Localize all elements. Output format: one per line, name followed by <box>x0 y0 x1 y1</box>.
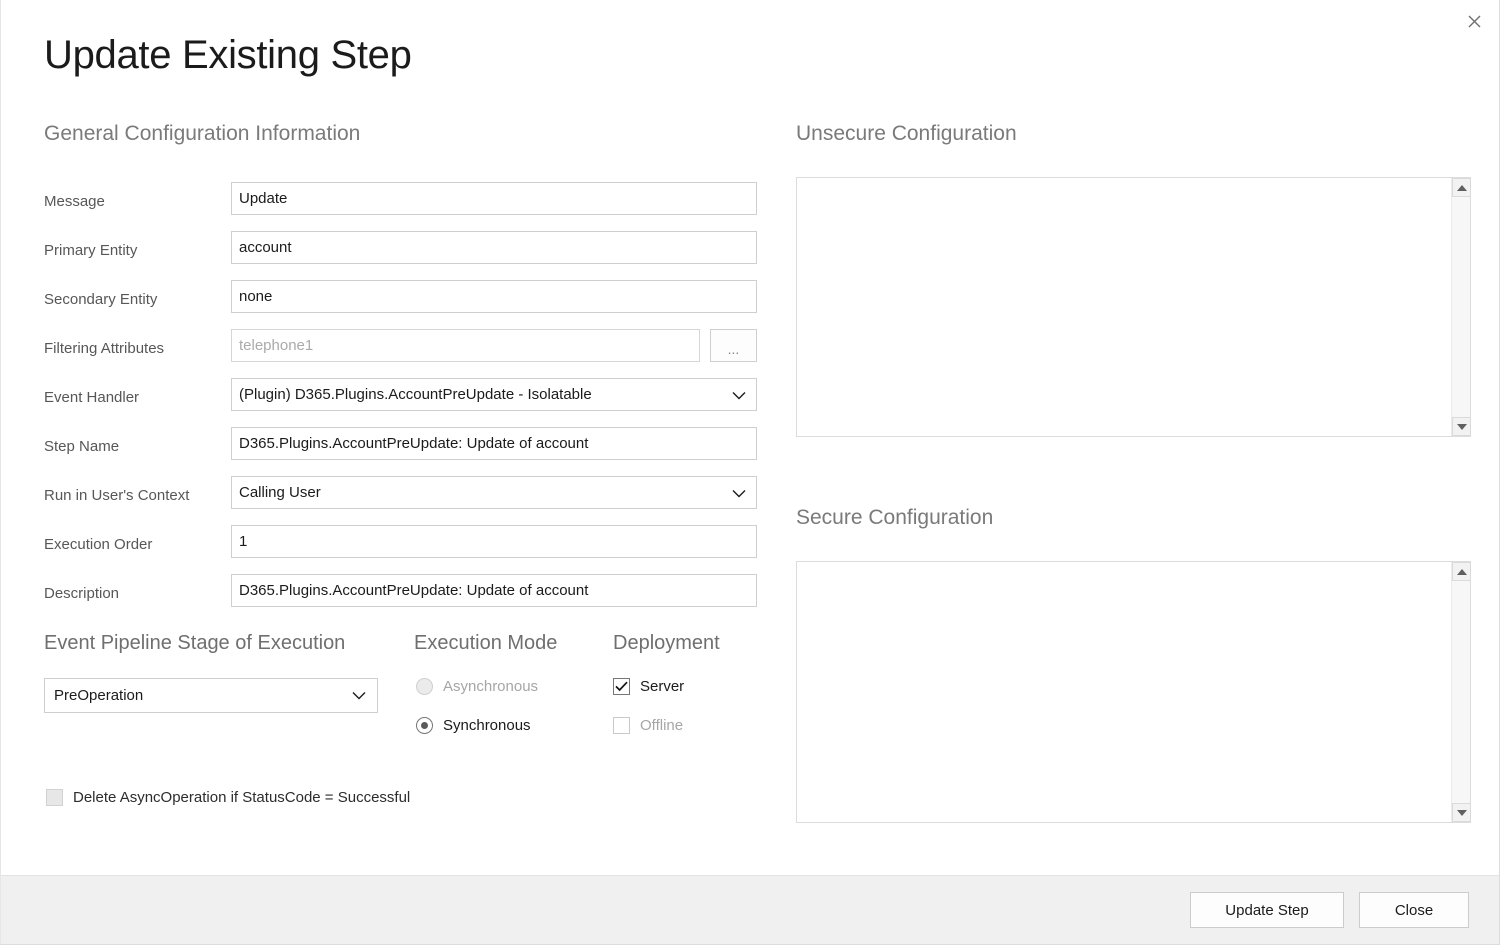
input-execution-order[interactable]: 1 <box>231 525 757 558</box>
checkbox-delete-asyncoperation[interactable]: Delete AsyncOperation if StatusCode = Su… <box>46 789 410 806</box>
field-row-execution-order: Execution Order 1 <box>44 525 759 574</box>
page-title: Update Existing Step <box>44 33 412 77</box>
input-primary-entity[interactable]: account <box>231 231 757 264</box>
scroll-down-arrow-icon[interactable] <box>1452 417 1471 436</box>
radio-synchronous[interactable]: Synchronous <box>416 717 531 734</box>
input-filtering-attributes[interactable]: telephone1 <box>231 329 700 362</box>
group-heading-event-pipeline-stage: Event Pipeline Stage of Execution <box>44 632 346 654</box>
browse-filtering-attributes-button[interactable]: ... <box>710 329 757 362</box>
radio-indicator-asynchronous <box>416 678 433 695</box>
radio-asynchronous[interactable]: Asynchronous <box>416 678 538 695</box>
secure-configuration-box <box>796 561 1471 823</box>
scroll-down-arrow-icon[interactable] <box>1452 803 1471 822</box>
group-heading-deployment: Deployment <box>613 632 720 654</box>
unsecure-configuration-box <box>796 177 1471 437</box>
chevron-down-icon <box>732 379 746 410</box>
label-message: Message <box>44 193 105 210</box>
label-step-name: Step Name <box>44 438 120 455</box>
label-execution-order: Execution Order <box>44 536 153 553</box>
group-heading-execution-mode: Execution Mode <box>414 632 558 654</box>
textarea-secure-configuration[interactable] <box>797 562 1451 822</box>
field-row-description: Description D365.Plugins.AccountPreUpdat… <box>44 574 759 623</box>
field-row-step-name: Step Name D365.Plugins.AccountPreUpdate:… <box>44 427 759 476</box>
field-row-filtering-attributes: Filtering Attributes telephone1 ... <box>44 329 759 378</box>
general-configuration-form: Message Update Primary Entity account Se… <box>44 182 759 623</box>
scroll-up-arrow-icon[interactable] <box>1452 178 1471 197</box>
checkbox-indicator-offline <box>613 717 630 734</box>
select-event-handler-value: (Plugin) D365.Plugins.AccountPreUpdate -… <box>239 386 592 403</box>
radio-label-synchronous: Synchronous <box>443 717 531 734</box>
checkbox-indicator-delete-asyncoperation <box>46 789 63 806</box>
select-event-handler[interactable]: (Plugin) D365.Plugins.AccountPreUpdate -… <box>231 378 757 411</box>
label-description: Description <box>44 585 120 602</box>
clipped-background-window-strip <box>1 0 1499 7</box>
update-existing-step-dialog: Update Existing Step General Configurati… <box>0 0 1500 945</box>
chevron-down-icon <box>732 477 746 508</box>
close-button[interactable]: Close <box>1359 892 1469 928</box>
input-step-name[interactable]: D365.Plugins.AccountPreUpdate: Update of… <box>231 427 757 460</box>
select-run-in-users-context[interactable]: Calling User <box>231 476 757 509</box>
scrollbar-track[interactable] <box>1452 581 1470 803</box>
section-heading-general: General Configuration Information <box>44 122 361 145</box>
scrollbar-secure-configuration[interactable] <box>1451 562 1471 822</box>
chevron-down-icon <box>352 679 366 712</box>
clipped-background-text <box>501 0 505 6</box>
input-description[interactable]: D365.Plugins.AccountPreUpdate: Update of… <box>231 574 757 607</box>
check-icon <box>615 681 628 692</box>
dialog-footer: Update Step Close <box>1 875 1499 944</box>
label-run-in-users-context: Run in User's Context <box>44 487 190 504</box>
radio-label-asynchronous: Asynchronous <box>443 678 539 695</box>
field-row-primary-entity: Primary Entity account <box>44 231 759 280</box>
field-row-secondary-entity: Secondary Entity none <box>44 280 759 329</box>
field-row-event-handler: Event Handler (Plugin) D365.Plugins.Acco… <box>44 378 759 427</box>
label-primary-entity: Primary Entity <box>44 242 138 259</box>
label-filtering-attributes: Filtering Attributes <box>44 340 165 357</box>
field-row-message: Message Update <box>44 182 759 231</box>
close-icon[interactable] <box>1457 6 1491 36</box>
checkbox-indicator-server <box>613 678 630 695</box>
checkbox-offline[interactable]: Offline <box>613 717 683 734</box>
section-heading-secure-configuration: Secure Configuration <box>796 506 994 529</box>
checkbox-server[interactable]: Server <box>613 678 684 695</box>
checkbox-label-offline: Offline <box>640 717 684 734</box>
scrollbar-unsecure-configuration[interactable] <box>1451 178 1471 436</box>
update-step-button[interactable]: Update Step <box>1190 892 1344 928</box>
select-run-in-users-context-value: Calling User <box>239 484 321 501</box>
input-secondary-entity[interactable]: none <box>231 280 757 313</box>
field-row-run-in-users-context: Run in User's Context Calling User <box>44 476 759 525</box>
label-event-handler: Event Handler <box>44 389 140 406</box>
radio-indicator-synchronous <box>416 717 433 734</box>
scroll-up-arrow-icon[interactable] <box>1452 562 1471 581</box>
checkbox-label-delete-asyncoperation: Delete AsyncOperation if StatusCode = Su… <box>73 789 411 806</box>
checkbox-label-server: Server <box>640 678 685 695</box>
select-event-pipeline-stage[interactable]: PreOperation <box>44 678 378 713</box>
select-event-pipeline-stage-value: PreOperation <box>54 687 144 704</box>
textarea-unsecure-configuration[interactable] <box>797 178 1451 436</box>
section-heading-unsecure-configuration: Unsecure Configuration <box>796 122 1017 145</box>
scrollbar-track[interactable] <box>1452 197 1470 417</box>
label-secondary-entity: Secondary Entity <box>44 291 158 308</box>
input-message[interactable]: Update <box>231 182 757 215</box>
